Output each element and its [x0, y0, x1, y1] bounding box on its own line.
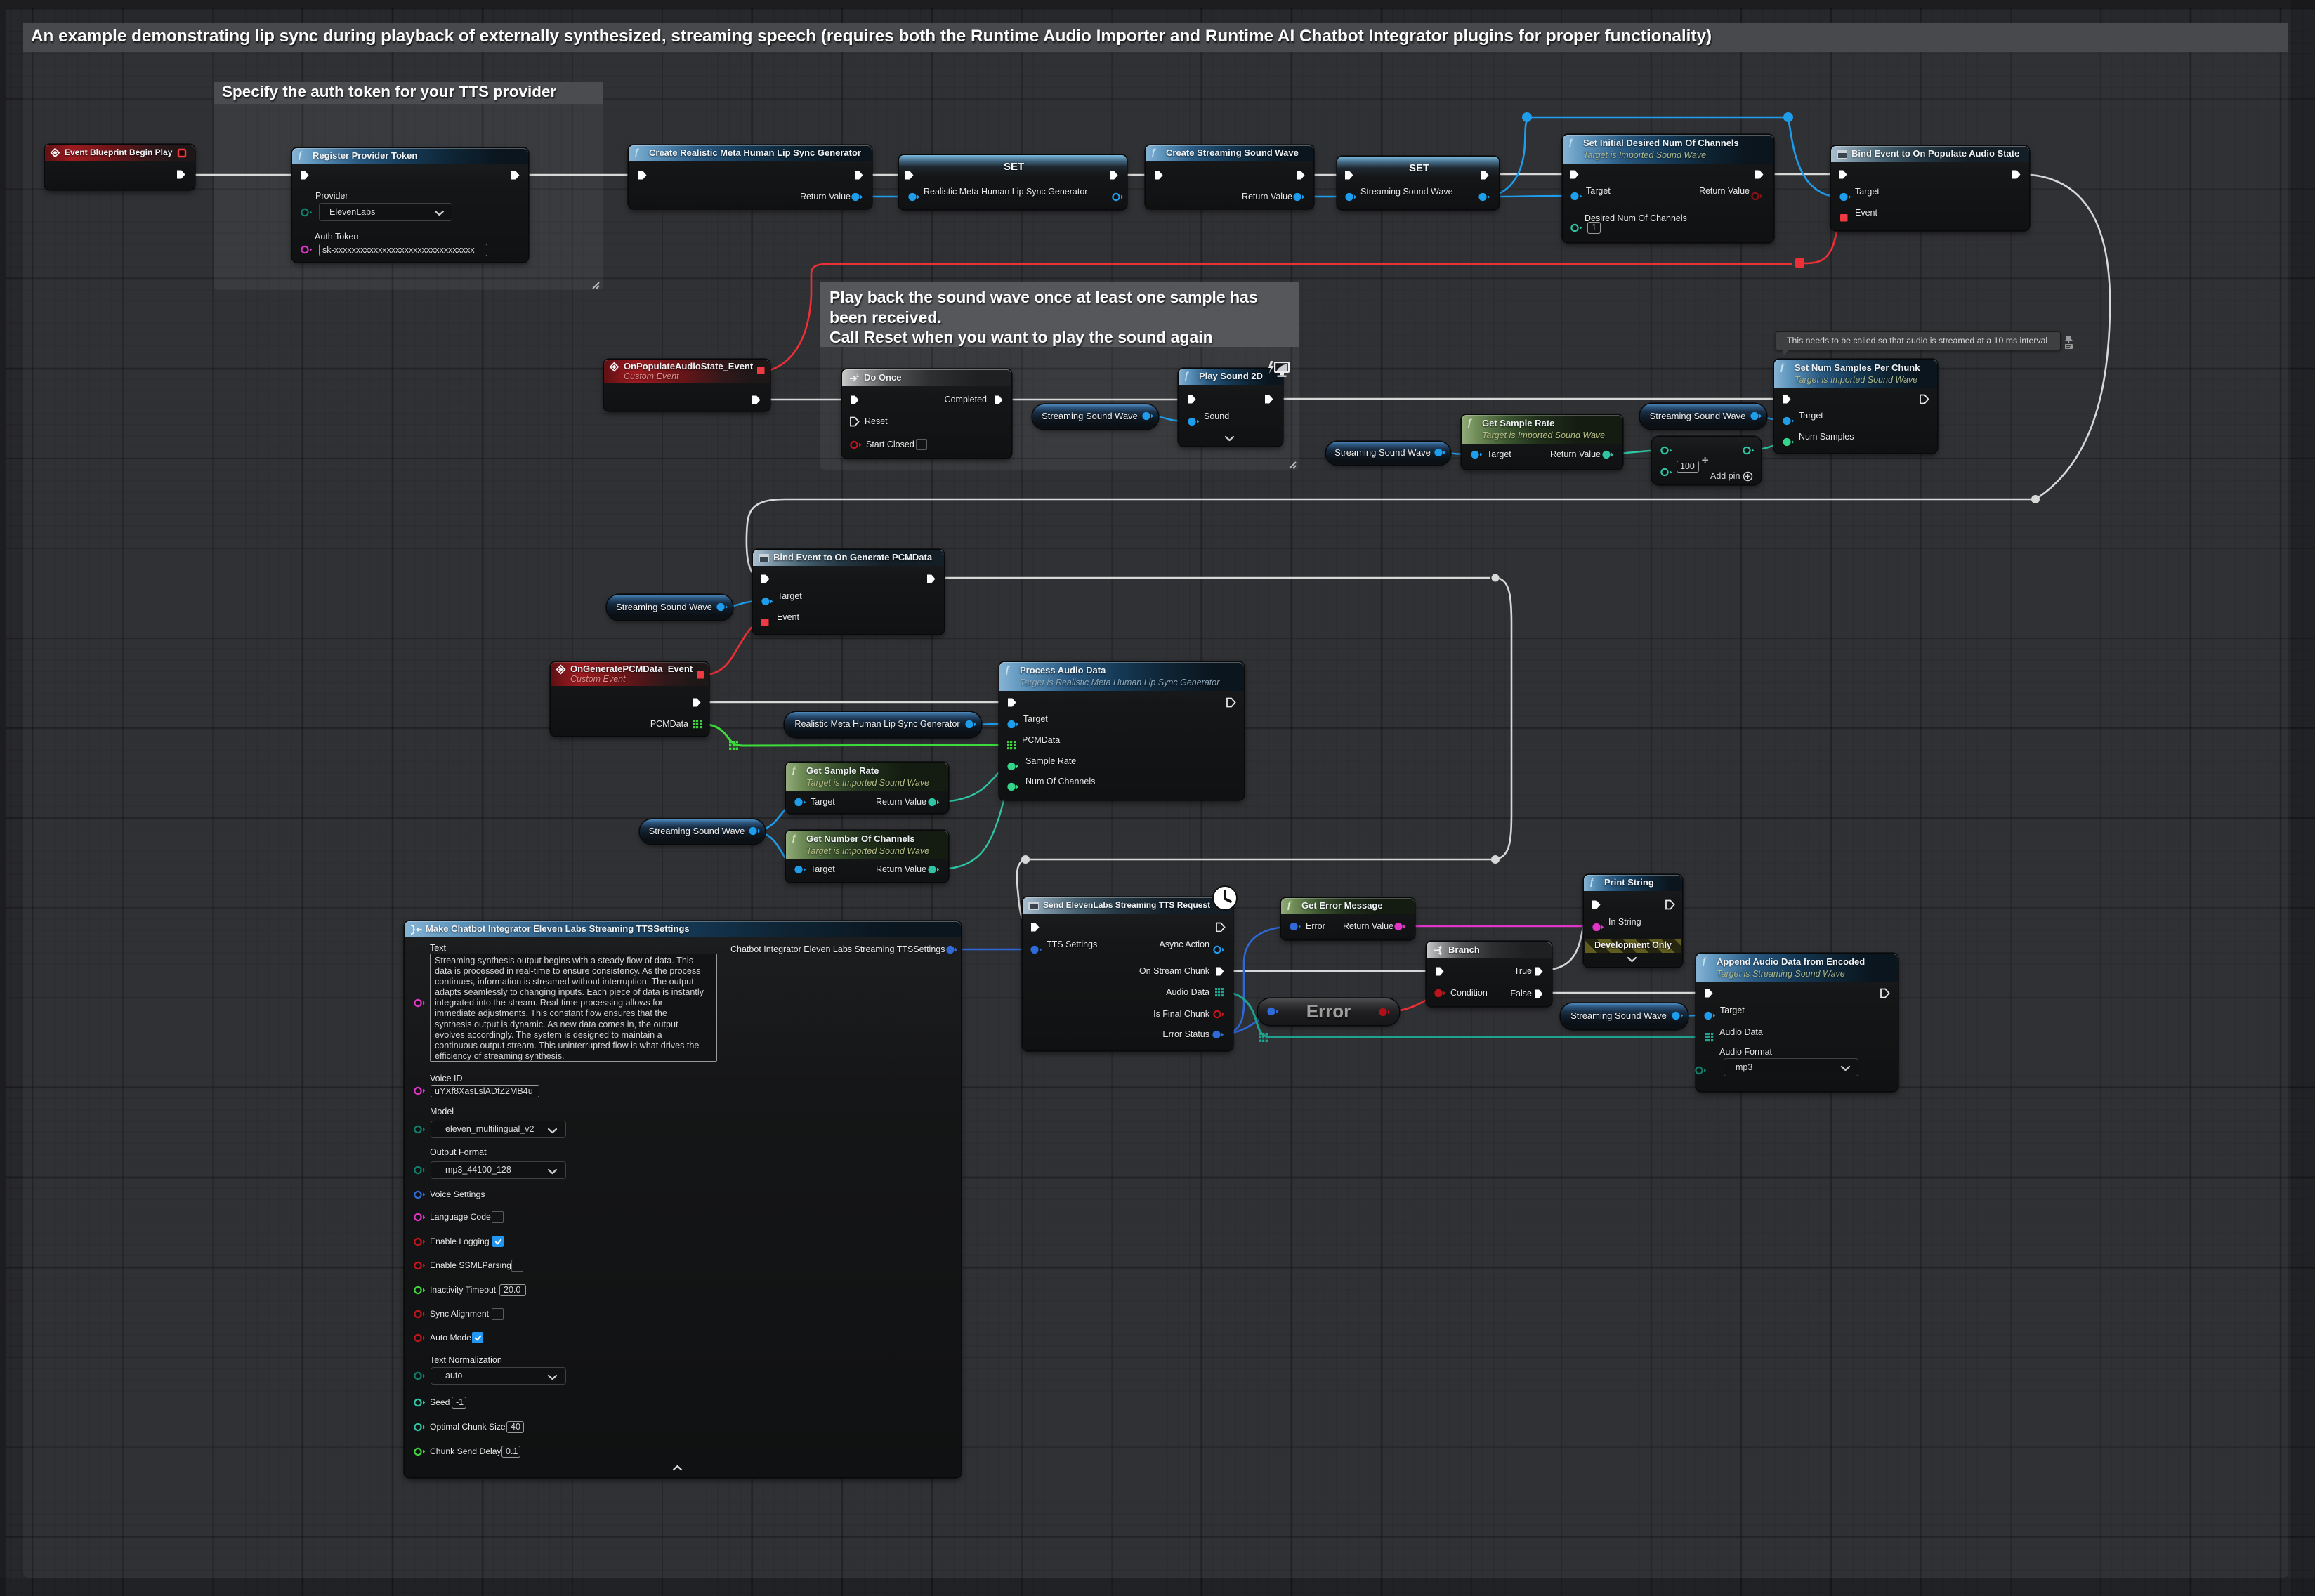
svg-text:1: 1	[856, 374, 859, 378]
